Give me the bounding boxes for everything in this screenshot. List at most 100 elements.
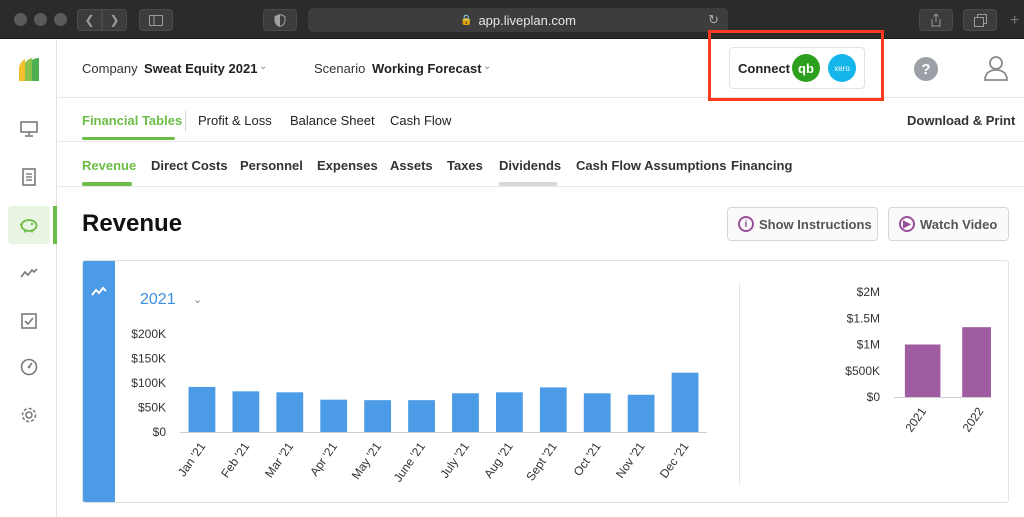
monthly-bar (188, 386, 216, 432)
monthly-y-tick-label: $100K (131, 376, 166, 390)
annual-y-tick-label: $0 (867, 390, 881, 404)
forecast-piggy-icon[interactable] (16, 212, 42, 238)
monthly-bar (232, 391, 260, 432)
annual-y-tick-label: $1.5M (847, 311, 880, 325)
zoom-window-button[interactable] (54, 13, 67, 26)
monthly-y-tick-label: $0 (153, 425, 167, 439)
monthly-x-tick-label: May '21 (349, 439, 385, 481)
subtab-dividends[interactable]: Dividends (499, 158, 561, 173)
subtab-cash-flow-assumptions[interactable]: Cash Flow Assumptions (576, 158, 726, 173)
annual-bar (962, 327, 991, 397)
watch-video-button[interactable]: ▶ Watch Video (888, 207, 1009, 241)
annual-x-tick-label: 2022 (960, 404, 987, 434)
close-window-button[interactable] (14, 13, 27, 26)
share-icon[interactable] (919, 9, 953, 31)
year-chevron-down-icon[interactable]: ⌄ (193, 293, 202, 306)
page-title: Revenue (82, 210, 183, 237)
scenario-select[interactable]: Working Forecast (372, 61, 482, 76)
new-tab-icon[interactable]: + (1010, 12, 1019, 30)
company-label: Company (82, 61, 138, 76)
subtab-expenses[interactable]: Expenses (317, 158, 378, 173)
info-icon: i (738, 216, 754, 232)
monthly-y-tick-label: $200K (131, 327, 166, 341)
monthly-x-tick-label: Dec '21 (657, 439, 692, 480)
plan-document-icon[interactable] (16, 164, 42, 190)
annual-revenue-chart: $0$500K$1M$1.5M$2M202120222023 (845, 285, 991, 435)
monthly-bar (276, 392, 304, 432)
chart-divider (739, 283, 740, 485)
monthly-x-tick-label: July '21 (437, 439, 472, 480)
trend-line-icon (91, 286, 107, 296)
monthly-bar (320, 399, 348, 432)
subtab-revenue[interactable]: Revenue (82, 158, 136, 173)
tab-financial-tables-underline (82, 137, 175, 140)
scenario-chevron-down-icon[interactable]: ⌄ (483, 61, 491, 72)
tab-financial-tables[interactable]: Financial Tables (82, 113, 182, 128)
monthly-bar (627, 394, 655, 432)
left-sidebar (0, 40, 57, 517)
monthly-x-tick-label: Nov '21 (613, 439, 648, 480)
tabs-overview-icon[interactable] (963, 9, 997, 31)
monthly-x-tick-label: Oct '21 (571, 439, 604, 478)
year-select[interactable]: 2021 (140, 291, 176, 309)
monthly-x-tick-label: Sept '21 (523, 439, 560, 483)
tab-balance-sheet[interactable]: Balance Sheet (290, 113, 375, 128)
tabs-divider (58, 141, 1024, 142)
subtab-personnel[interactable]: Personnel (240, 158, 303, 173)
dashboard-icon[interactable] (16, 116, 42, 142)
company-select[interactable]: Sweat Equity 2021 (144, 61, 257, 76)
reload-icon[interactable]: ↻ (708, 12, 719, 28)
minimize-window-button[interactable] (34, 13, 47, 26)
monthly-revenue-chart: $0 $50K $100K $150K $200K Jan '21 Feb '21 Mar '… (131, 327, 707, 485)
monthly-bar (364, 400, 392, 432)
monthly-x-tick-label: June '21 (391, 439, 428, 484)
revenue-chart-panel: 2021 ⌄ $0 $50K $100K $150K $200K Jan '21 Feb '… (82, 260, 1009, 503)
monthly-x-tick-label: Feb '21 (218, 439, 252, 480)
connect-highlight-frame (708, 30, 884, 101)
user-profile-icon[interactable] (982, 54, 1010, 82)
monthly-bar (583, 393, 611, 432)
annual-x-tick-label: 2021 (902, 404, 929, 434)
subtab-financing[interactable]: Financing (731, 158, 792, 173)
annual-y-tick-label: $500K (845, 364, 880, 378)
monthly-y-tick-label: $50K (138, 401, 166, 415)
lock-icon: 🔒 (459, 14, 473, 26)
monthly-x-tick-label: Jan '21 (175, 439, 209, 479)
subtab-direct-costs[interactable]: Direct Costs (151, 158, 228, 173)
tab-cash-flow[interactable]: Cash Flow (390, 113, 451, 128)
monthly-bar (495, 392, 523, 432)
back-arrow-icon[interactable]: ❮ (77, 9, 102, 31)
subtab-taxes[interactable]: Taxes (447, 158, 483, 173)
tab-profit-loss[interactable]: Profit & Loss (198, 113, 272, 128)
gauge-icon[interactable] (16, 354, 42, 380)
sidebar-toggle-icon[interactable] (139, 9, 173, 31)
annual-y-tick-label: $2M (857, 285, 880, 299)
active-nav-indicator (53, 206, 57, 244)
monthly-bar (671, 372, 699, 432)
address-bar[interactable]: 🔒 app.liveplan.com ↻ (308, 8, 728, 32)
monthly-x-tick-label: Mar '21 (262, 439, 296, 480)
forward-arrow-icon[interactable]: ❯ (102, 9, 127, 31)
monthly-bar (539, 387, 567, 432)
monthly-x-tick-label: Apr '21 (307, 439, 340, 478)
help-icon[interactable]: ? (914, 57, 938, 81)
subtab-assets[interactable]: Assets (390, 158, 433, 173)
annual-y-tick-label: $1M (857, 338, 880, 352)
url-text: app.liveplan.com (478, 12, 576, 28)
trend-chart-icon[interactable] (16, 260, 42, 286)
scenario-label: Scenario (314, 61, 366, 76)
monthly-y-tick-label: $150K (131, 352, 166, 366)
show-instructions-button[interactable]: i Show Instructions (727, 207, 878, 241)
checklist-icon[interactable] (16, 308, 42, 334)
show-instructions-label: Show Instructions (759, 216, 872, 232)
privacy-shield-icon[interactable] (263, 9, 297, 31)
monthly-x-tick-label: Aug '21 (481, 439, 516, 480)
liveplan-logo (19, 58, 39, 81)
play-icon: ▶ (899, 216, 915, 232)
watch-video-label: Watch Video (920, 216, 998, 232)
download-print-link[interactable]: Download & Print (907, 113, 1015, 128)
tab-separator (185, 111, 186, 131)
monthly-bar (452, 393, 479, 432)
gear-icon[interactable] (16, 402, 42, 428)
company-chevron-down-icon[interactable]: ⌄ (259, 61, 267, 72)
